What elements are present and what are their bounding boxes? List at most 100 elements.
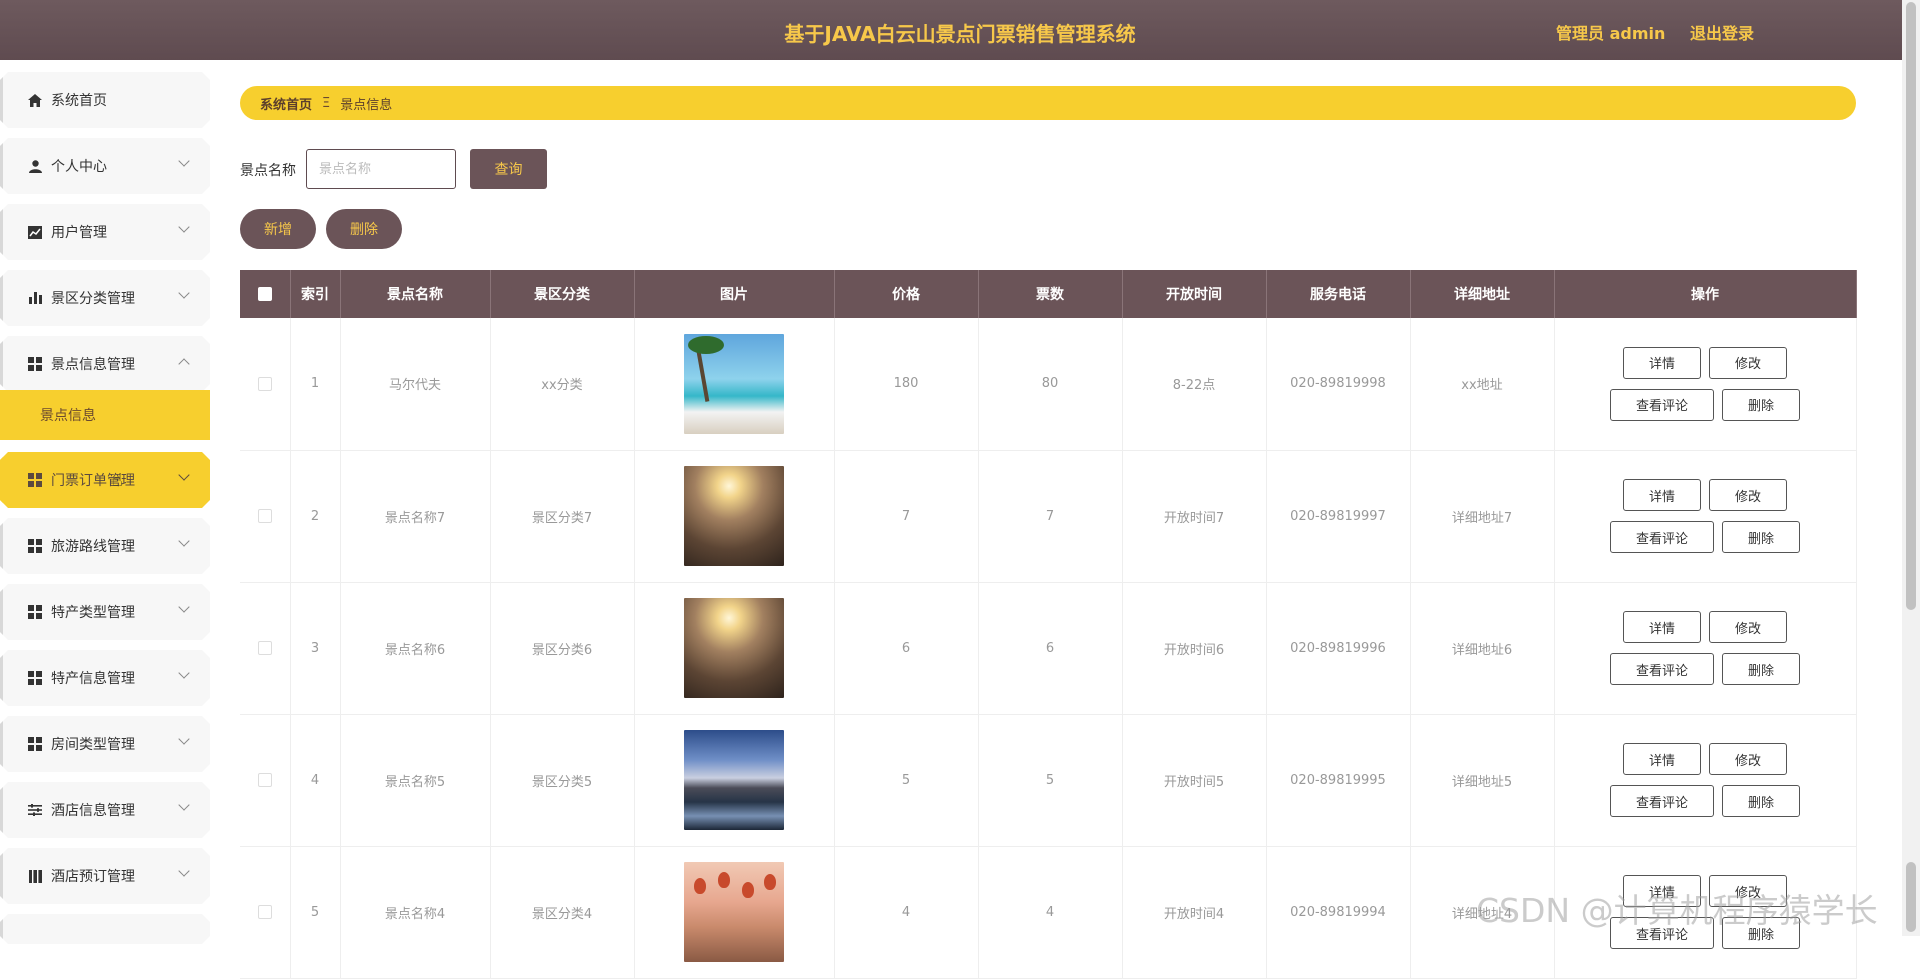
cell-name: 景点名称6: [340, 582, 491, 715]
delete-button[interactable]: 删除: [1722, 653, 1800, 685]
cell-category: xx分类: [490, 318, 635, 451]
row-checkbox[interactable]: [257, 773, 272, 787]
sidebar-item-users[interactable]: 用户管理: [0, 204, 210, 260]
sidebar-item-more[interactable]: [0, 914, 210, 944]
view-comments-button[interactable]: 查看评论: [1610, 653, 1714, 685]
admin-user-label[interactable]: 管理员 admin: [1556, 20, 1665, 44]
sidebar-item-specialty-types[interactable]: 特产类型管理: [0, 584, 210, 640]
page-scrollbar[interactable]: [1902, 0, 1920, 936]
column-header: 票数: [978, 270, 1123, 318]
csdn-watermark: CSDN @计算机程序猿学长: [1476, 891, 1878, 930]
sidebar-item-scenic-info[interactable]: 景点信息管理: [0, 336, 210, 392]
scrollbar-thumb[interactable]: [1906, 2, 1916, 610]
edit-button[interactable]: 修改: [1709, 346, 1787, 379]
sidebar-item-label: 用户管理: [51, 225, 107, 241]
cell-category: 景区分类4: [490, 846, 635, 979]
sidebar-item-ticket-orders[interactable]: 门票订单管理: [0, 452, 210, 508]
sidebar-item-hotel-booking[interactable]: 酒店预订管理: [0, 848, 210, 904]
breadcrumb-home[interactable]: 系统首页: [260, 94, 312, 113]
row-checkbox[interactable]: [257, 376, 272, 391]
search-input[interactable]: [306, 149, 456, 189]
cell-index: 5: [290, 846, 341, 979]
hand-cursor-icon: ☝: [112, 470, 123, 491]
detail-button[interactable]: 详情: [1623, 479, 1701, 511]
edit-button[interactable]: 修改: [1709, 479, 1787, 511]
sidebar-item-label: 景点信息管理: [51, 357, 135, 373]
select-all-checkbox[interactable]: [257, 287, 272, 301]
home-icon: [27, 92, 43, 108]
cell-address: 详细地址6: [1410, 582, 1555, 715]
edit-button[interactable]: 修改: [1709, 611, 1787, 643]
cell-name: 景点名称7: [340, 450, 491, 583]
delete-button[interactable]: 删除: [1722, 521, 1800, 553]
view-comments-button[interactable]: 查看评论: [1610, 388, 1714, 421]
cell-name: 景点名称5: [340, 714, 491, 847]
sidebar-item-room-types[interactable]: 房间类型管理: [0, 716, 210, 772]
inner-scrollbar-thumb[interactable]: [1906, 862, 1916, 932]
sidebar-subitem-scenic-info[interactable]: 景点信息: [0, 390, 210, 440]
cell-open-time: 开放时间4: [1122, 846, 1267, 979]
cell-phone: 020-89819995: [1266, 714, 1411, 847]
batch-delete-button[interactable]: 删除: [326, 209, 402, 249]
scenic-image[interactable]: [684, 730, 784, 830]
row-checkbox[interactable]: [257, 641, 272, 655]
sidebar-item-label: 房间类型管理: [51, 737, 135, 753]
sidebar-item-home[interactable]: 系统首页: [0, 72, 210, 128]
bar-chart-icon: [27, 290, 43, 306]
scenic-image[interactable]: [684, 598, 784, 698]
select-all-header[interactable]: [240, 270, 291, 318]
logout-link[interactable]: 退出登录: [1690, 20, 1754, 44]
chevron-down-icon: [178, 155, 189, 166]
scenic-image[interactable]: [684, 862, 784, 962]
detail-button[interactable]: 详情: [1623, 346, 1701, 379]
book-icon: [27, 868, 43, 884]
cell-tickets: 80: [978, 318, 1123, 451]
scenic-image[interactable]: [684, 466, 784, 566]
chevron-down-icon: [178, 667, 189, 678]
sidebar-item-personal[interactable]: 个人中心: [0, 138, 210, 194]
sidebar-item-specialty-info[interactable]: 特产信息管理: [0, 650, 210, 706]
person-icon: [27, 158, 43, 174]
sidebar: 系统首页 个人中心 用户管理 景区分类管理 景点信息管理 景点信息 门票订单管理: [0, 60, 212, 936]
sidebar-item-hotel-info[interactable]: 酒店信息管理: [0, 782, 210, 838]
chevron-down-icon: [178, 535, 189, 546]
view-comments-button[interactable]: 查看评论: [1610, 521, 1714, 553]
cell-phone: 020-89819997: [1266, 450, 1411, 583]
column-header: 开放时间: [1122, 270, 1267, 318]
table-row: 4 景点名称5 景区分类5 5 5 开放时间5 020-89819995 详细地…: [240, 714, 1857, 847]
cell-tickets: 6: [978, 582, 1123, 715]
cell-index: 4: [290, 714, 341, 847]
query-button[interactable]: 查询: [470, 149, 547, 189]
delete-button[interactable]: 删除: [1722, 785, 1800, 817]
cell-address: 详细地址7: [1410, 450, 1555, 583]
delete-button[interactable]: 删除: [1722, 388, 1800, 421]
detail-button[interactable]: 详情: [1623, 611, 1701, 643]
grid-icon: [27, 356, 43, 372]
cell-index: 3: [290, 582, 341, 715]
cell-address: xx地址: [1410, 318, 1555, 451]
column-header: 详细地址: [1410, 270, 1555, 318]
edit-button[interactable]: 修改: [1709, 743, 1787, 775]
sidebar-item-label: 特产信息管理: [51, 671, 135, 687]
cell-name: 景点名称4: [340, 846, 491, 979]
sidebar-subitem-label: 景点信息: [40, 408, 96, 424]
add-button[interactable]: 新增: [240, 209, 316, 249]
chevron-down-icon: [178, 287, 189, 298]
chevron-down-icon: [178, 601, 189, 612]
chevron-up-icon: [178, 358, 189, 369]
cell-address: 详细地址5: [1410, 714, 1555, 847]
row-checkbox[interactable]: [257, 509, 272, 523]
cell-price: 6: [834, 582, 979, 715]
sliders-icon: [27, 802, 43, 818]
scenic-image[interactable]: [684, 333, 784, 434]
sidebar-item-routes[interactable]: 旅游路线管理: [0, 518, 210, 574]
chevron-down-icon: [178, 221, 189, 232]
cell-tickets: 4: [978, 846, 1123, 979]
sidebar-item-scenic-category[interactable]: 景区分类管理: [0, 270, 210, 326]
sidebar-item-label: 特产类型管理: [51, 605, 135, 621]
view-comments-button[interactable]: 查看评论: [1610, 785, 1714, 817]
detail-button[interactable]: 详情: [1623, 743, 1701, 775]
cell-open-time: 开放时间6: [1122, 582, 1267, 715]
chevron-down-icon: [178, 469, 189, 480]
row-checkbox[interactable]: [257, 905, 272, 919]
